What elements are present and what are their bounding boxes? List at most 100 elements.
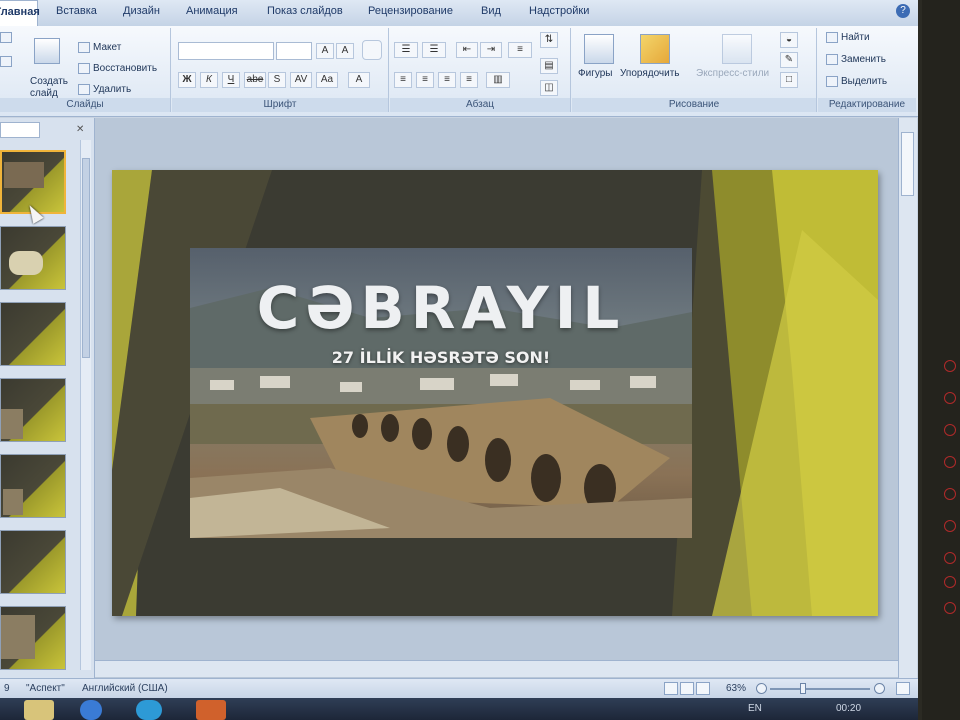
tab-view[interactable]: Вид xyxy=(481,5,501,17)
quick-styles-icon[interactable] xyxy=(722,34,752,64)
shape-outline-icon[interactable]: ✎ xyxy=(780,52,798,68)
close-icon[interactable]: ✕ xyxy=(76,124,84,135)
tab-design[interactable]: Дизайн xyxy=(123,5,160,17)
tool-icon[interactable] xyxy=(944,576,956,588)
tool-icon[interactable] xyxy=(944,392,956,404)
font-group: A A Ж К Ч abe S AV Aa A Шрифт xyxy=(172,28,389,112)
normal-view-icon[interactable] xyxy=(664,682,678,695)
input-language[interactable]: EN xyxy=(748,703,762,714)
char-spacing-button[interactable]: AV xyxy=(290,72,312,88)
clock[interactable]: 00:20 xyxy=(836,703,861,714)
tool-icon[interactable] xyxy=(944,520,956,532)
vertical-scrollbar[interactable] xyxy=(898,118,917,678)
select-button[interactable]: Выделить xyxy=(826,76,887,87)
grow-font-button[interactable]: A xyxy=(316,43,334,59)
slide-thumbnail-5[interactable] xyxy=(0,454,66,518)
tool-icon[interactable] xyxy=(944,602,956,614)
slide-thumbnail-7[interactable] xyxy=(0,606,66,670)
align-left-icon[interactable]: ≡ xyxy=(394,72,412,88)
zoom-slider[interactable] xyxy=(770,688,870,690)
shape-fill-icon[interactable]: ◒ xyxy=(780,32,798,48)
align-center-icon[interactable]: ≡ xyxy=(416,72,434,88)
thumbnails-scrollbar[interactable] xyxy=(80,140,91,670)
reset-button[interactable]: Восстановить xyxy=(78,63,157,74)
tab-review[interactable]: Рецензирование xyxy=(368,5,453,17)
powerpoint-icon[interactable] xyxy=(196,700,226,720)
zoom-level[interactable]: 63% xyxy=(726,683,746,694)
zoom-out-icon[interactable] xyxy=(756,683,767,694)
change-case-button[interactable]: Aa xyxy=(316,72,338,88)
smartart-icon[interactable]: ◫ xyxy=(540,80,558,96)
slide-number: 9 xyxy=(4,683,10,694)
shape-effects-icon[interactable]: □ xyxy=(780,72,798,88)
folder-icon[interactable] xyxy=(24,700,54,720)
slide-photo[interactable]: CƏBRAYIL 27 İLLİK HƏSRƏTƏ SON! xyxy=(190,248,692,538)
tool-icon[interactable] xyxy=(944,424,956,436)
tab-insert[interactable]: Вставка xyxy=(56,5,97,17)
align-text-icon[interactable]: ▤ xyxy=(540,58,558,74)
fit-window-icon[interactable] xyxy=(896,682,910,695)
shapes-button[interactable]: Фигуры xyxy=(578,68,612,79)
increase-indent-icon[interactable]: ⇥ xyxy=(480,42,502,58)
tool-icon[interactable] xyxy=(944,456,956,468)
columns-icon[interactable]: ▥ xyxy=(486,72,510,88)
arrange-button[interactable]: Упорядочить xyxy=(620,68,680,79)
find-button[interactable]: Найти xyxy=(826,32,870,43)
paste-icon[interactable] xyxy=(0,32,15,43)
tool-icon[interactable] xyxy=(944,552,956,564)
tool-icon[interactable] xyxy=(944,360,956,372)
tool-icon[interactable] xyxy=(944,488,956,500)
font-color-button[interactable]: A xyxy=(348,72,370,88)
tab-home[interactable]: Главная xyxy=(0,0,40,26)
new-slide-button[interactable]: Создать слайд xyxy=(30,76,72,100)
tab-addins[interactable]: Надстройки xyxy=(529,5,589,17)
shadow-button[interactable]: S xyxy=(268,72,286,88)
bold-button[interactable]: Ж xyxy=(178,72,196,88)
taskbar: EN 00:20 xyxy=(0,698,918,720)
cut-icon[interactable] xyxy=(0,56,15,67)
bullets-icon[interactable]: ☰ xyxy=(394,42,418,58)
paragraph-group-label: Абзац xyxy=(390,98,570,112)
shapes-icon[interactable] xyxy=(584,34,614,64)
browser-icon[interactable] xyxy=(80,700,102,720)
decrease-indent-icon[interactable]: ⇤ xyxy=(456,42,478,58)
tab-slideshow[interactable]: Показ слайдов xyxy=(267,5,343,17)
tab-animation[interactable]: Анимация xyxy=(186,5,238,17)
help-icon[interactable]: ? xyxy=(896,4,910,18)
select-icon xyxy=(826,76,838,87)
line-spacing-icon[interactable]: ≡ xyxy=(508,42,532,58)
justify-icon[interactable]: ≡ xyxy=(460,72,478,88)
slide-thumbnail-4[interactable] xyxy=(0,378,66,442)
strikethrough-button[interactable]: abe xyxy=(244,72,266,88)
align-right-icon[interactable]: ≡ xyxy=(438,72,456,88)
text-direction-icon[interactable]: ⇅ xyxy=(540,32,558,48)
language-status[interactable]: Английский (США) xyxy=(82,683,168,694)
underline-button[interactable]: Ч xyxy=(222,72,240,88)
horizontal-scrollbar[interactable] xyxy=(95,660,898,677)
slide-sorter-icon[interactable] xyxy=(680,682,694,695)
scrollbar-thumb[interactable] xyxy=(82,158,90,358)
scrollbar-thumb[interactable] xyxy=(901,132,914,196)
slide-thumbnail-2[interactable] xyxy=(0,226,66,290)
zoom-in-icon[interactable] xyxy=(874,683,885,694)
skype-icon[interactable] xyxy=(136,700,162,720)
clear-format-icon[interactable] xyxy=(362,40,382,60)
slide-thumbnail-3[interactable] xyxy=(0,302,66,366)
layout-button[interactable]: Макет xyxy=(78,42,121,53)
slide-subtitle[interactable]: 27 İLLİK HƏSRƏTƏ SON! xyxy=(190,348,692,367)
slides-pane-tab[interactable] xyxy=(0,122,40,138)
italic-button[interactable]: К xyxy=(200,72,218,88)
slide-title[interactable]: CƏBRAYIL xyxy=(190,274,692,342)
arrange-icon[interactable] xyxy=(640,34,670,64)
quick-styles-button[interactable]: Экспресс-стили xyxy=(696,68,769,79)
new-slide-icon[interactable] xyxy=(34,38,60,64)
slide-thumbnail-6[interactable] xyxy=(0,530,66,594)
slideshow-icon[interactable] xyxy=(696,682,710,695)
delete-button[interactable]: Удалить xyxy=(78,84,131,95)
shrink-font-button[interactable]: A xyxy=(336,43,354,59)
numbering-icon[interactable]: ☰ xyxy=(422,42,446,58)
replace-button[interactable]: Заменить xyxy=(826,54,886,65)
zoom-slider-handle[interactable] xyxy=(800,683,806,694)
font-size-select[interactable] xyxy=(276,42,312,60)
font-name-select[interactable] xyxy=(178,42,274,60)
